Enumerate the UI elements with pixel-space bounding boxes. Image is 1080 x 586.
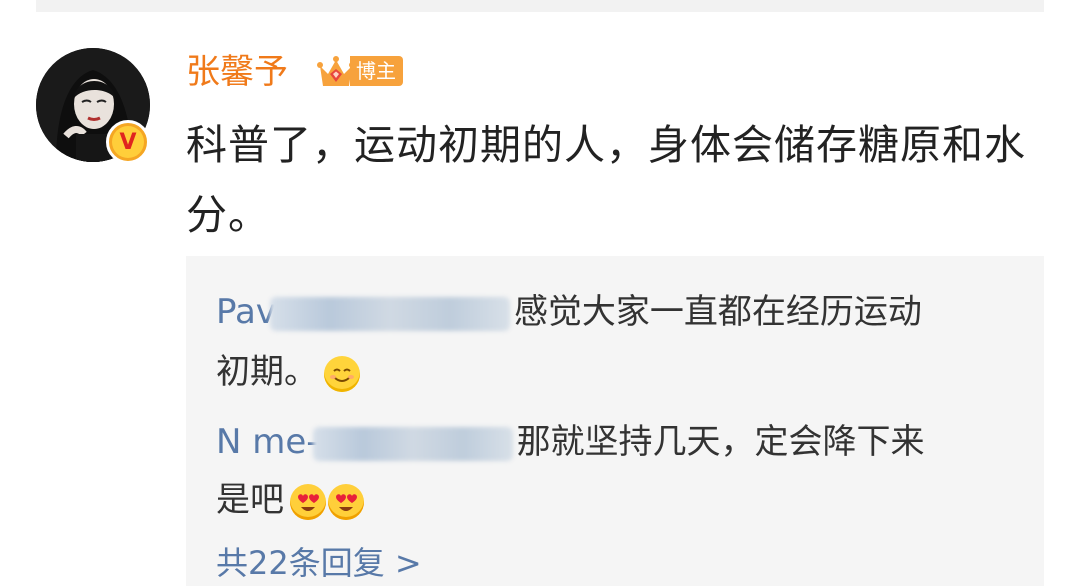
redacted-name-blur — [269, 296, 510, 331]
reply-1-author[interactable]: Pav — [216, 292, 276, 332]
reply-2-continued[interactable]: 是吧 — [216, 472, 364, 521]
reply-2[interactable]: N me- 那就坚持几天，定会降下来 — [216, 414, 925, 463]
heart-eyes-emoji — [328, 483, 364, 520]
role-badge: 博主 — [350, 56, 403, 86]
redacted-name-blur — [312, 426, 513, 461]
reply-1[interactable]: Pav 感觉大家一直都在经历运动 — [216, 284, 922, 333]
reply-1-text-continued: 初期。 — [216, 352, 318, 392]
verified-v-icon: V — [106, 120, 150, 164]
author-name[interactable]: 张馨予 — [186, 48, 288, 96]
view-all-replies-link[interactable]: 共22条回复 > — [216, 538, 422, 584]
reply-1-continued[interactable]: 初期。 — [216, 344, 360, 393]
previous-item-divider — [36, 0, 1044, 12]
smile-emoji — [324, 355, 360, 392]
reply-2-text-continued: 是吧 — [216, 480, 284, 520]
reply-2-author[interactable]: N me- — [216, 422, 319, 462]
post-content: 科普了，运动初期的人，身体会储存糖原和水分。 — [186, 121, 1026, 239]
reply-1-text: 感觉大家一直都在经历运动 — [513, 292, 922, 332]
reply-2-text: 那就坚持几天，定会降下来 — [516, 422, 925, 462]
heart-eyes-emoji — [290, 483, 326, 520]
